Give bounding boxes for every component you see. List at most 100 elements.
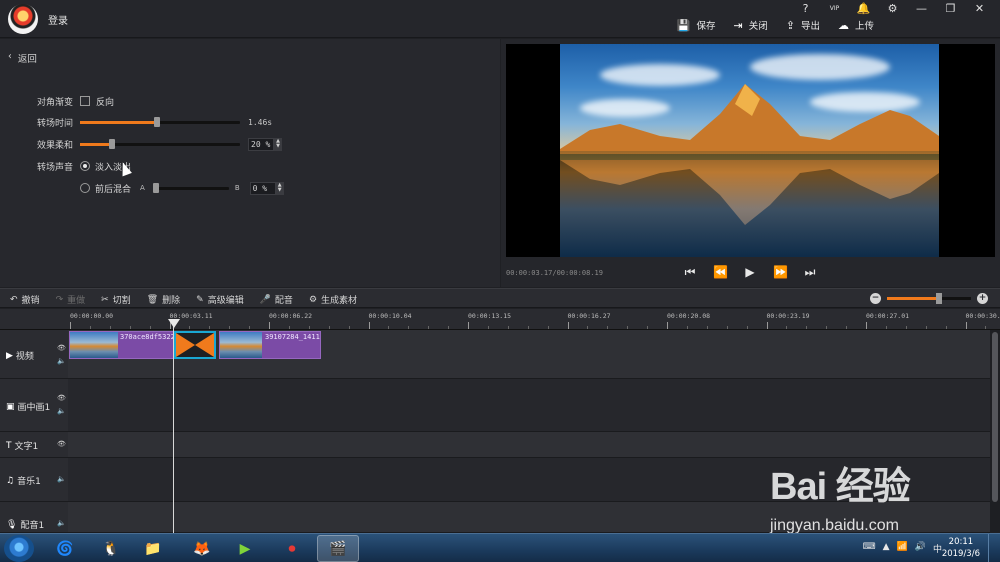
minimize-icon[interactable]: —	[907, 2, 936, 16]
delete-button[interactable]: 🗑 删除	[147, 293, 180, 307]
track-header-text[interactable]: T 文字1 👁	[0, 432, 68, 458]
pip-track-icon: ▣	[6, 401, 15, 412]
export-button[interactable]: ⇪ 导出	[786, 18, 820, 33]
timeline-scrollbar[interactable]	[990, 330, 1000, 533]
softness-input[interactable]: 20 %	[248, 137, 274, 151]
dub-button[interactable]: 🎤 配音	[260, 293, 293, 307]
softness-slider-thumb[interactable]	[109, 138, 115, 149]
speaker-icon[interactable]: 🔈	[57, 407, 66, 415]
spin-arrows-icon[interactable]: ▲ ▼	[274, 137, 282, 151]
undo-button[interactable]: ↶ 撤销	[10, 293, 40, 307]
ruler-major-tick	[567, 322, 569, 329]
restore-icon[interactable]: ❐	[936, 2, 965, 16]
baidu-watermark: Bai 经验 jingyan.baidu.com	[770, 455, 990, 535]
preview-screen	[506, 44, 995, 257]
upload-button[interactable]: ☁ 上传	[838, 18, 874, 33]
save-button[interactable]: 💾 保存	[677, 18, 716, 33]
skip-start-icon[interactable]: ⏮	[683, 265, 697, 280]
video-editor-icon[interactable]: 🎬	[317, 535, 359, 562]
transition-icon	[176, 333, 214, 357]
redo-button[interactable]: ↷ 重做	[56, 293, 86, 307]
mix-slider[interactable]	[152, 182, 229, 193]
start-button-icon[interactable]	[4, 535, 34, 562]
mix-radio[interactable]	[80, 183, 90, 193]
playhead-handle[interactable]	[168, 319, 180, 328]
eye-icon[interactable]: 👁	[57, 344, 66, 352]
ruler-label: 00:00:23.19	[766, 312, 810, 320]
keyboard-icon[interactable]: ⌨	[863, 542, 876, 555]
playhead[interactable]	[173, 319, 174, 533]
firefox-icon[interactable]: 🦊	[181, 535, 223, 562]
zoom-in-icon[interactable]: +	[977, 293, 988, 304]
diagonal-row: 对角渐变 反向	[0, 94, 114, 108]
video-clip-2[interactable]: 39107284_1411	[219, 331, 321, 359]
fade-radio[interactable]	[80, 161, 90, 171]
show-desktop-button[interactable]	[988, 534, 1000, 562]
record-icon[interactable]: ⏺	[271, 535, 313, 562]
zoom-slider[interactable]	[887, 293, 971, 304]
editor-icon[interactable]: ▶	[224, 535, 266, 562]
generate-material-button[interactable]: ⚙ 生成素材	[309, 293, 357, 307]
ime-icon[interactable]: 中	[933, 542, 942, 555]
preview-timecode: 00:00:03.17/00:00:08.19	[506, 269, 603, 277]
prev-frame-icon[interactable]: ⏪	[713, 265, 728, 280]
video-lane[interactable]: 370ace8df5322 39107284_1411	[68, 330, 990, 379]
video-clip-1[interactable]: 370ace8df5322	[69, 331, 175, 359]
scrollbar-thumb[interactable]	[992, 332, 998, 502]
taskbar: 🌀 🐧 📁 🦊 ▶ ⏺ 🎬 ⌨ ▲ 📶 🔊 中 20:11 2019/3/6	[0, 533, 1000, 562]
login-link[interactable]: 登录	[48, 12, 68, 27]
clip-name: 39107284_1411	[265, 333, 320, 341]
softness-spinbox[interactable]: 20 % ▲ ▼	[248, 137, 282, 151]
clock[interactable]: 20:11 2019/3/6	[942, 536, 980, 560]
pip-lane[interactable]	[68, 379, 990, 432]
back-button[interactable]: ‹ 返回	[8, 51, 37, 65]
help-icon[interactable]: ?	[791, 2, 820, 16]
notification-icon[interactable]: 🔔	[849, 2, 878, 16]
speaker-icon[interactable]: 🔈	[57, 357, 66, 365]
close-project-button[interactable]: ⇥ 关闭	[734, 18, 768, 33]
reverse-checkbox[interactable]	[80, 96, 90, 106]
ruler-label: 00:00:30.	[965, 312, 1000, 320]
zoom-slider-fill	[887, 297, 939, 300]
timeline-ruler[interactable]: 00:00:00.00 00:00:03.11 00:00:06.22 00:00:1…	[68, 309, 1000, 330]
speaker-icon[interactable]: 🔈	[57, 475, 66, 483]
track-header-music[interactable]: ♫ 音乐1 🔈	[0, 458, 68, 502]
zoom-out-icon[interactable]: −	[870, 293, 881, 304]
tray-expand-icon[interactable]: ▲	[883, 542, 890, 555]
play-icon[interactable]: ▶	[743, 265, 757, 280]
ruler-corner	[0, 309, 68, 330]
sound-row: 转场声音 淡入淡出	[0, 159, 131, 173]
clip-thumbnail	[220, 332, 262, 358]
transition-marker[interactable]	[174, 331, 216, 359]
softness-slider[interactable]	[80, 138, 240, 149]
skip-end-icon[interactable]: ⏭	[803, 265, 817, 280]
duration-slider-thumb[interactable]	[153, 116, 160, 127]
timeline-zoom: − +	[870, 293, 988, 304]
spin-arrows-icon[interactable]: ▲ ▼	[275, 181, 284, 195]
settings-icon[interactable]: ⚙	[878, 2, 907, 16]
eye-icon[interactable]: 👁	[57, 440, 66, 448]
360-icon[interactable]: 🌀	[44, 535, 86, 562]
close-window-icon[interactable]: ✕	[965, 2, 994, 16]
mix-slider-thumb[interactable]	[152, 182, 159, 193]
track-header-pip[interactable]: ▣ 画中画1 👁 🔈	[0, 379, 68, 432]
vip-icon[interactable]: VIP	[820, 2, 849, 16]
eye-icon[interactable]: 👁	[57, 394, 66, 402]
qq-icon[interactable]: 🐧	[90, 535, 132, 562]
next-frame-icon[interactable]: ⏩	[773, 265, 788, 280]
volume-icon[interactable]: 🔊	[915, 542, 926, 555]
duration-label: 转场时间	[36, 118, 73, 129]
speaker-icon[interactable]: 🔈	[57, 519, 66, 527]
duration-slider[interactable]	[80, 116, 240, 127]
advanced-edit-button[interactable]: ✎ 高级编辑	[196, 293, 244, 307]
track-header-dub[interactable]: 🎙 配音1 🔈	[0, 502, 68, 533]
app-logo-icon[interactable]	[8, 4, 38, 34]
zoom-slider-thumb[interactable]	[936, 293, 942, 304]
network-icon[interactable]: 📶	[897, 542, 908, 555]
mix-spinbox[interactable]: 0 % ▲ ▼	[249, 181, 284, 195]
cut-button[interactable]: ✂ 切割	[101, 293, 131, 307]
folder-icon[interactable]: 📁	[132, 535, 174, 562]
ruler-major-tick	[965, 322, 967, 329]
track-header-video[interactable]: ▶ 视频 👁 🔈	[0, 330, 68, 379]
mix-input[interactable]: 0 %	[249, 181, 276, 195]
